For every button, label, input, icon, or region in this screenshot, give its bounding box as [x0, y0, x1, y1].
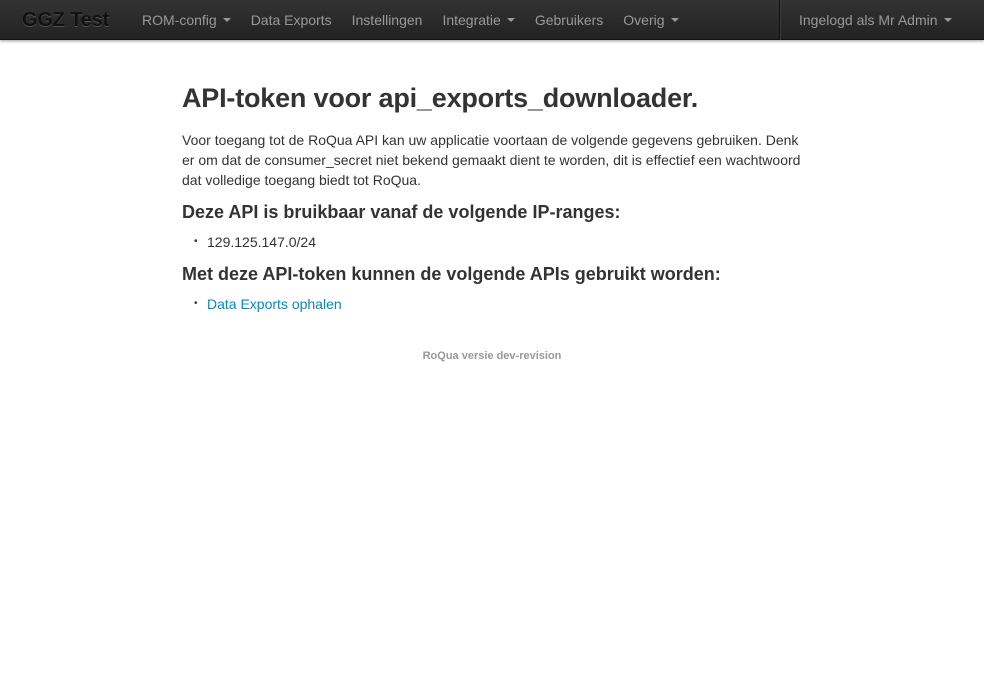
nav-item-label: Data Exports: [250, 12, 332, 28]
ip-ranges-list: • 129.125.147.0/24: [182, 232, 804, 252]
nav-item-instellingen[interactable]: Instellingen: [342, 0, 433, 40]
nav-item-label: Instellingen: [351, 12, 423, 28]
ip-range-value: 129.125.147.0/24: [207, 234, 316, 250]
page-title: API-token voor api_exports_downloader.: [182, 83, 699, 113]
brand-logo[interactable]: GGZ Test: [22, 0, 109, 40]
nav-item-gebruikers[interactable]: Gebruikers: [525, 0, 613, 40]
nav-item-label: Gebruikers: [534, 12, 604, 28]
nav-item-label: Overig: [623, 12, 665, 28]
nav-item-label: Integratie: [442, 12, 501, 28]
main-nav: ROM-config Data Exports Instellingen Int…: [132, 0, 689, 40]
apis-heading: Met deze API-token kunnen de volgende AP…: [182, 264, 721, 284]
user-menu[interactable]: Ingelogd als Mr Admin: [779, 0, 984, 40]
list-item: • 129.125.147.0/24: [182, 232, 804, 252]
bullet-icon: •: [194, 298, 198, 309]
nav-item-label: ROM-config: [142, 12, 217, 28]
bullet-icon: •: [194, 236, 198, 247]
nav-item-data-exports[interactable]: Data Exports: [241, 0, 342, 40]
caret-down-icon: [670, 18, 679, 22]
top-navbar: GGZ Test ROM-config Data Exports Instell…: [0, 0, 984, 40]
footer-version: RoQua versie dev-revision: [422, 350, 562, 362]
nav-item-overig[interactable]: Overig: [613, 0, 688, 40]
caret-down-icon: [943, 18, 952, 22]
caret-down-icon: [506, 18, 515, 22]
list-item: • Data Exports ophalen: [182, 294, 804, 314]
nav-item-integratie[interactable]: Integratie: [432, 0, 524, 40]
ip-ranges-heading: Deze API is bruikbaar vanaf de volgende …: [182, 202, 621, 222]
apis-list: • Data Exports ophalen: [182, 294, 804, 314]
intro-text: Voor toegang tot de RoQua API kan uw app…: [182, 132, 801, 188]
main-content: API-token voor api_exports_downloader. V…: [182, 80, 804, 314]
user-menu-label: Ingelogd als Mr Admin: [799, 12, 938, 28]
nav-item-rom-config[interactable]: ROM-config: [132, 0, 241, 40]
api-link-data-exports[interactable]: Data Exports ophalen: [207, 296, 342, 312]
caret-down-icon: [222, 18, 231, 22]
